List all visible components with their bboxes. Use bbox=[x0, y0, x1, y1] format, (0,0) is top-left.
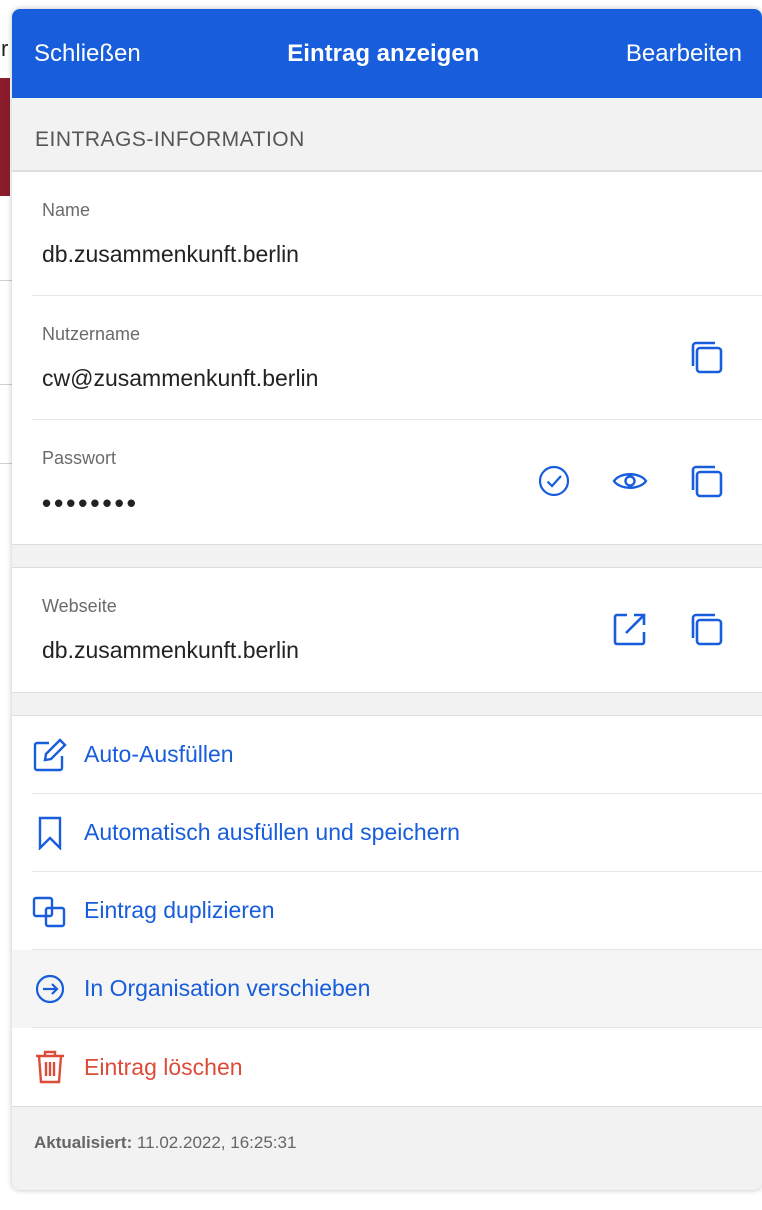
background-divider bbox=[0, 463, 12, 464]
launch-icon[interactable] bbox=[610, 609, 650, 649]
edit-icon bbox=[32, 737, 68, 773]
website-box: Webseite db.zusammenkunft.berlin bbox=[12, 567, 762, 693]
duplicate-button[interactable]: Eintrag duplizieren bbox=[32, 872, 762, 950]
section-title: EINTRAGS-INFORMATION bbox=[12, 98, 762, 171]
header: Schließen Eintrag anzeigen Bearbeiten bbox=[12, 9, 762, 98]
password-actions bbox=[534, 461, 726, 501]
password-value: •••••••• bbox=[42, 488, 139, 518]
username-actions bbox=[686, 337, 726, 377]
updated-label: Aktualisiert: bbox=[34, 1133, 133, 1152]
background-divider bbox=[0, 384, 12, 385]
autofill-save-label: Automatisch ausfüllen und speichern bbox=[84, 819, 460, 845]
username-label: Nutzername bbox=[42, 324, 141, 344]
move-to-organization-button[interactable]: In Organisation verschieben bbox=[32, 950, 762, 1028]
website-actions bbox=[610, 609, 726, 649]
copy-icon[interactable] bbox=[686, 337, 726, 377]
username-row: Nutzername cw@zusammenkunft.berlin bbox=[32, 296, 762, 420]
website-label: Webseite bbox=[42, 596, 117, 616]
copy-icon[interactable] bbox=[686, 461, 726, 501]
actions-box: Auto-Ausfüllen Automatisch ausfüllen und… bbox=[12, 715, 762, 1107]
view-item-popup: Schließen Eintrag anzeigen Bearbeiten EI… bbox=[12, 9, 762, 1190]
name-row: Name db.zusammenkunft.berlin bbox=[32, 172, 762, 296]
check-circle-icon[interactable] bbox=[534, 461, 574, 501]
page-title: Eintrag anzeigen bbox=[287, 39, 480, 67]
item-info-box: Name db.zusammenkunft.berlin Nutzername … bbox=[12, 171, 762, 545]
name-value: db.zusammenkunft.berlin bbox=[42, 241, 299, 267]
autofill-button[interactable]: Auto-Ausfüllen bbox=[32, 716, 762, 794]
background-accent-bar bbox=[0, 78, 10, 196]
autofill-label: Auto-Ausfüllen bbox=[84, 741, 234, 767]
close-button[interactable]: Schließen bbox=[34, 40, 141, 68]
delete-button[interactable]: Eintrag löschen bbox=[32, 1028, 762, 1106]
clone-icon bbox=[32, 893, 68, 929]
username-value: cw@zusammenkunft.berlin bbox=[42, 365, 319, 391]
copy-icon[interactable] bbox=[686, 609, 726, 649]
trash-icon bbox=[32, 1049, 68, 1085]
website-value: db.zusammenkunft.berlin bbox=[42, 637, 299, 663]
name-label: Name bbox=[42, 200, 91, 220]
bookmark-icon bbox=[32, 815, 68, 851]
updated-value: 11.02.2022, 16:25:31 bbox=[136, 1133, 297, 1152]
autofill-save-button[interactable]: Automatisch ausfüllen und speichern bbox=[32, 794, 762, 872]
eye-icon[interactable] bbox=[610, 461, 650, 501]
password-label: Passwort bbox=[42, 448, 117, 468]
updated-info: Aktualisiert: 11.02.2022, 16:25:31 bbox=[12, 1107, 762, 1153]
website-row: Webseite db.zusammenkunft.berlin bbox=[32, 568, 762, 692]
duplicate-label: Eintrag duplizieren bbox=[84, 897, 275, 923]
delete-label: Eintrag löschen bbox=[84, 1053, 243, 1080]
background-text-fragment: r bbox=[1, 36, 9, 61]
move-to-organization-label: In Organisation verschieben bbox=[84, 975, 371, 1001]
edit-button[interactable]: Bearbeiten bbox=[626, 40, 742, 68]
arrow-circle-right-icon bbox=[32, 971, 68, 1007]
background-divider bbox=[0, 280, 12, 281]
password-row: Passwort •••••••• bbox=[32, 420, 762, 544]
